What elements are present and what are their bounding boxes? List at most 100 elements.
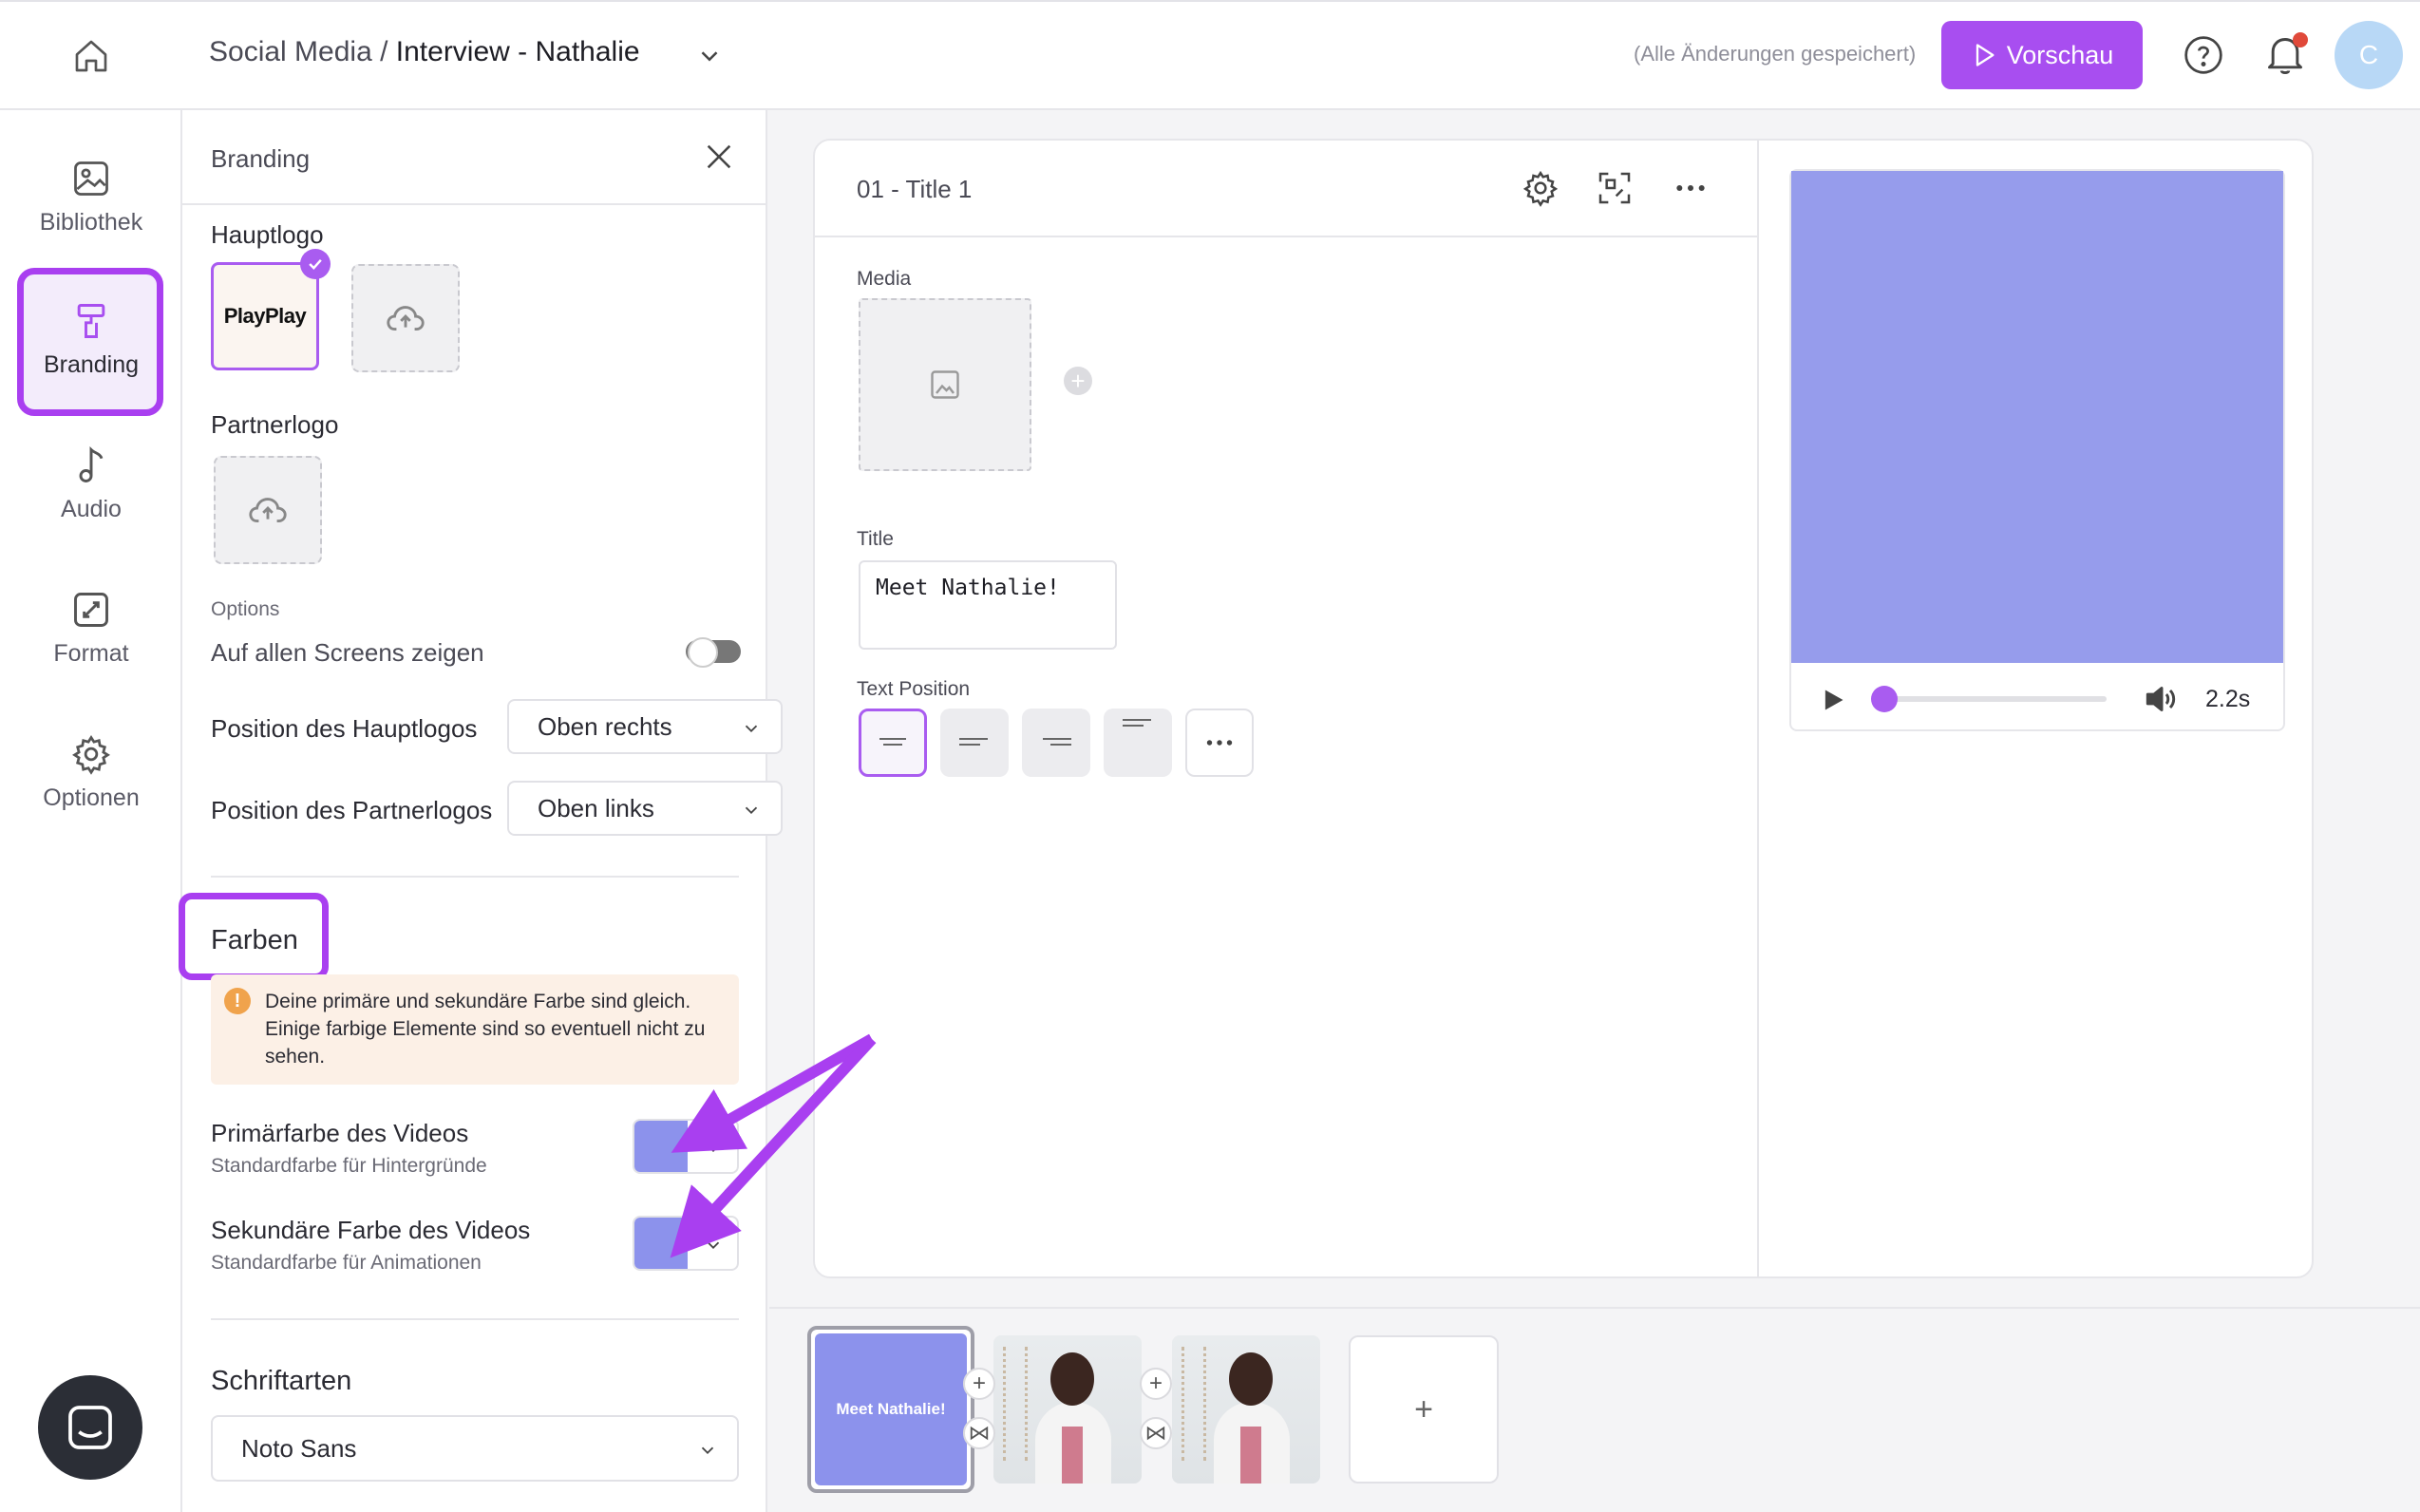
gear-icon (72, 735, 110, 775)
breadcrumb-current: Interview - Nathalie (395, 36, 640, 67)
close-icon[interactable] (703, 141, 735, 173)
transition-icon[interactable] (963, 1417, 995, 1449)
seek-handle[interactable] (1871, 686, 1898, 712)
editor-divider (815, 236, 1757, 237)
title-input[interactable]: Meet Nathalie! (859, 560, 1117, 650)
text-position-left-button[interactable] (940, 709, 1009, 777)
main-logo-position-label: Position des Hauptlogos (211, 714, 478, 743)
scene-thumbnail-3[interactable] (1172, 1335, 1320, 1484)
rail-label: Optionen (43, 784, 140, 811)
main-logo-text: PlayPlay (223, 304, 307, 328)
preview-label: Vorschau (2006, 40, 2114, 69)
media-dropzone[interactable] (859, 298, 1031, 471)
secondary-color-label: Sekundäre Farbe des Videos (211, 1216, 531, 1244)
main-logo-tile[interactable]: PlayPlay (211, 262, 319, 370)
cloud-upload-icon (249, 498, 287, 522)
show-all-screens-label: Auf allen Screens zeigen (211, 638, 484, 667)
notification-badge (2293, 32, 2308, 47)
title-label: Title (857, 528, 894, 550)
more-options-icon[interactable] (1672, 169, 1710, 207)
partner-logo-position-select[interactable]: Oben links (507, 781, 783, 836)
editor-divider (1757, 141, 1759, 1276)
image-icon (74, 161, 108, 196)
text-position-center-button[interactable] (859, 709, 927, 777)
partner-logo-label: Partnerlogo (211, 410, 339, 439)
chevron-down-icon (745, 725, 758, 733)
primary-color-swatch (634, 1121, 688, 1172)
primary-color-label: Primärfarbe des Videos (211, 1119, 469, 1147)
align-top-icon (1123, 719, 1151, 727)
main-logo-position-select[interactable]: Oben rechts (507, 699, 783, 754)
text-position-top-button[interactable] (1104, 709, 1172, 777)
volume-icon[interactable] (2143, 682, 2181, 716)
warning-text: Deine primäre und sekundäre Farbe sind g… (265, 991, 706, 1068)
rail-item-audio[interactable]: Audio (0, 444, 182, 523)
chevron-down-icon (707, 1241, 720, 1250)
breadcrumb-separator: / (371, 36, 396, 67)
align-right-icon (1043, 738, 1071, 746)
chevron-down-icon (707, 1144, 720, 1153)
scene-thumbnail-2[interactable] (993, 1335, 1142, 1484)
select-value: Oben rechts (538, 711, 672, 741)
partner-logo-upload[interactable] (214, 456, 322, 564)
play-icon[interactable] (1820, 686, 1846, 714)
section-divider (211, 1318, 739, 1320)
music-note-icon (79, 445, 104, 482)
scene-thumbnail-1[interactable]: Meet Nathalie! (807, 1326, 974, 1493)
gear-icon[interactable] (1522, 169, 1560, 207)
rail-item-optionen[interactable]: Optionen (0, 733, 182, 812)
secondary-color-swatch (634, 1218, 688, 1269)
home-icon[interactable] (57, 32, 125, 80)
chevron-down-icon (745, 806, 758, 815)
rail-item-branding[interactable]: Branding (0, 300, 182, 379)
swap-layout-icon[interactable] (1596, 169, 1634, 207)
avatar[interactable]: C (2335, 21, 2403, 89)
panel-title: Branding (211, 144, 311, 173)
show-all-screens-toggle[interactable] (686, 637, 741, 668)
section-divider (211, 876, 739, 878)
scene-thumbnail-text: Meet Nathalie! (836, 1400, 946, 1418)
insert-scene-icon[interactable]: + (963, 1368, 995, 1400)
partner-logo-position-label: Position des Partnerlogos (211, 796, 493, 824)
preview-screen (1791, 171, 2283, 663)
options-label: Options (211, 598, 280, 620)
colors-heading: Farben (211, 925, 298, 955)
add-scene-button[interactable]: + (1349, 1335, 1499, 1484)
paint-roller-icon (77, 304, 105, 338)
select-value: Noto Sans (241, 1433, 357, 1463)
resize-icon (74, 593, 108, 627)
chevron-down-icon[interactable] (695, 42, 724, 70)
image-placeholder-icon (931, 370, 959, 399)
seek-bar[interactable] (1882, 696, 2107, 702)
duration-label: 2.2s (2205, 686, 2251, 712)
main-logo-upload[interactable] (351, 264, 460, 372)
preview-button[interactable]: Vorschau (1941, 21, 2143, 89)
secondary-color-sub: Standardfarbe für Animationen (211, 1252, 482, 1274)
rail-item-format[interactable]: Format (0, 589, 182, 668)
align-left-icon (959, 738, 988, 746)
scene-title: 01 - Title 1 (857, 175, 973, 203)
rail-label: Format (53, 640, 129, 667)
transition-icon[interactable] (1140, 1417, 1172, 1449)
more-options-icon (1206, 740, 1233, 746)
chevron-down-icon (701, 1446, 714, 1455)
check-icon (300, 249, 331, 279)
font-select[interactable]: Noto Sans (211, 1415, 739, 1482)
cloud-upload-icon (387, 306, 425, 331)
breadcrumb: Social Media / Interview - Nathalie (209, 36, 640, 68)
add-media-icon[interactable]: + (1064, 367, 1092, 395)
rail-label: Branding (43, 351, 140, 378)
breadcrumb-parent[interactable]: Social Media (209, 36, 372, 67)
chat-support-button[interactable] (38, 1375, 142, 1480)
primary-color-picker[interactable] (633, 1119, 739, 1174)
text-position-more-button[interactable] (1185, 709, 1254, 777)
insert-scene-icon[interactable]: + (1140, 1368, 1172, 1400)
save-status: (Alle Änderungen gespeichert) (1634, 42, 1917, 66)
rail-item-bibliothek[interactable]: Bibliothek (0, 158, 182, 236)
rail-label: Audio (61, 496, 122, 522)
secondary-color-picker[interactable] (633, 1216, 739, 1271)
text-position-label: Text Position (857, 678, 971, 700)
help-icon[interactable] (2183, 34, 2224, 76)
primary-color-sub: Standardfarbe für Hintergründe (211, 1155, 487, 1177)
text-position-right-button[interactable] (1022, 709, 1090, 777)
